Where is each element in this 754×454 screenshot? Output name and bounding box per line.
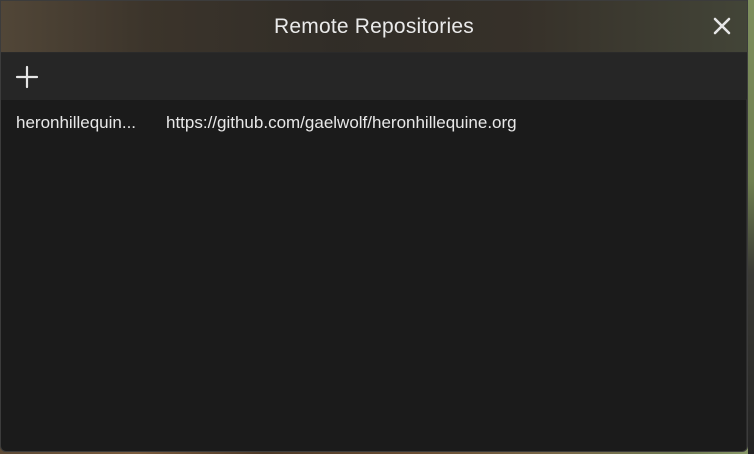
remote-url: https://github.com/gaelwolf/heronhillequ… [166, 113, 517, 132]
close-icon [713, 17, 731, 35]
list-edge [746, 99, 747, 451]
remote-row[interactable]: heronhillequin... https://github.com/gae… [1, 100, 747, 146]
close-button[interactable] [709, 13, 735, 39]
remote-repositories-dialog: Remote Repositories heronhillequin... ht… [0, 0, 748, 452]
dialog-titlebar: Remote Repositories [1, 1, 747, 53]
dialog-title: Remote Repositories [274, 15, 474, 38]
add-remote-button[interactable] [13, 63, 41, 91]
dialog-toolbar [1, 53, 747, 100]
background-photo-edge [748, 0, 754, 454]
plus-icon [15, 65, 39, 89]
remote-name: heronhillequin... [16, 113, 137, 132]
remote-list: heronhillequin... https://github.com/gae… [1, 100, 747, 146]
